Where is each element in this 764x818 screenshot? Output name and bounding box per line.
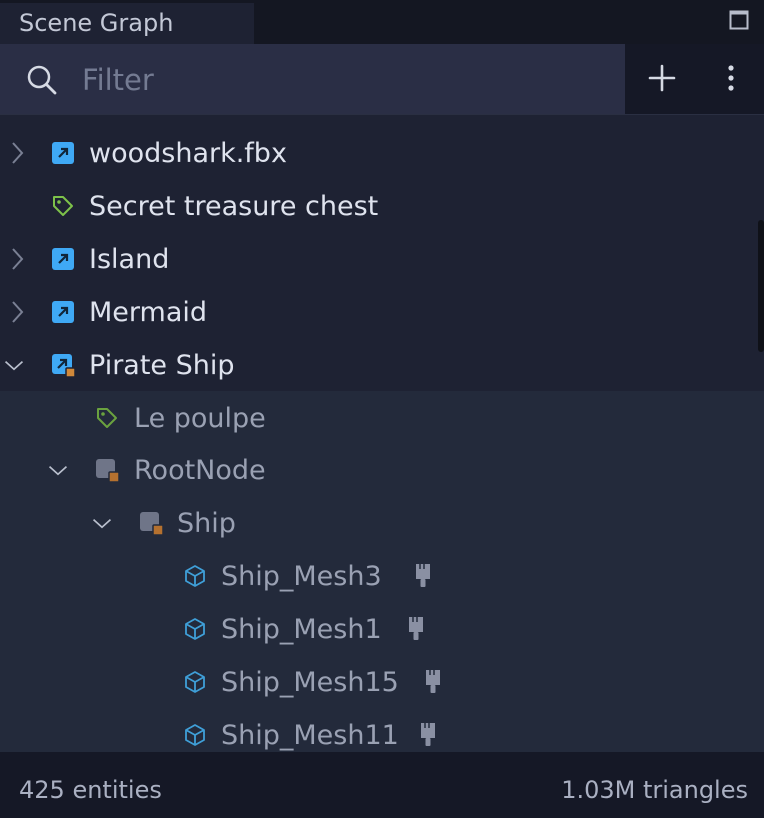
toolbar-divider — [0, 114, 764, 115]
node-icon — [140, 512, 163, 535]
tree-item-woodshark[interactable]: woodshark.fbx — [0, 127, 764, 180]
tree-item-pirate-ship[interactable]: Pirate Ship — [0, 339, 764, 392]
scene-graph-panel: Scene Graph Filter woodshark.fbx Secret … — [0, 0, 764, 818]
mesh-cube-icon — [185, 618, 205, 640]
tree-item-label: Mermaid — [89, 297, 208, 328]
tree-item-label: Le poulpe — [134, 403, 266, 434]
tree-item-rootnode[interactable]: RootNode — [0, 444, 764, 497]
paint-brush-icon — [409, 617, 423, 640]
tree-item-label: woodshark.fbx — [89, 138, 287, 169]
tag-icon — [97, 408, 117, 428]
search-box — [0, 44, 625, 114]
asset-link-icon — [52, 248, 74, 270]
mesh-cube-icon — [185, 671, 205, 693]
tree-item-label: Secret treasure chest — [89, 191, 379, 222]
paint-brush-icon — [426, 670, 440, 693]
tree-item-ship[interactable]: Ship — [0, 497, 764, 550]
entity-count: 425 entities — [19, 776, 162, 804]
mesh-cube-icon — [185, 565, 205, 587]
filter-input[interactable] — [80, 56, 604, 104]
tree-item-label: Ship — [177, 508, 236, 539]
chevron-right-icon[interactable] — [6, 246, 28, 272]
chevron-down-icon[interactable] — [91, 510, 113, 536]
chevron-right-icon[interactable] — [6, 140, 28, 166]
tree-scrollbar[interactable] — [758, 220, 764, 352]
status-bar: 425 entities 1.03M triangles — [0, 752, 764, 818]
tab-scene-graph[interactable]: Scene Graph — [0, 3, 254, 44]
chevron-down-icon[interactable] — [3, 352, 25, 378]
tree-item-label: Ship_Mesh1 — [221, 614, 382, 645]
asset-link-modified-icon — [52, 354, 75, 377]
tree-item-ship-mesh1[interactable]: Ship_Mesh1 — [0, 603, 764, 656]
tree-item-ship-mesh3[interactable]: Ship_Mesh3 — [0, 550, 764, 603]
asset-link-icon — [52, 142, 74, 164]
mesh-cube-icon — [185, 724, 205, 746]
tree-item-ship-mesh15[interactable]: Ship_Mesh15 — [0, 656, 764, 709]
triangle-count: 1.03M triangles — [561, 776, 748, 804]
asset-link-icon — [52, 301, 74, 323]
tree-item-label: Pirate Ship — [89, 350, 235, 381]
paint-brush-icon — [416, 564, 430, 587]
paint-brush-icon — [421, 723, 435, 746]
tree-item-ship-mesh11[interactable]: Ship_Mesh11 — [0, 709, 764, 752]
scene-tree: woodshark.fbx Secret treasure chest Isla… — [0, 127, 764, 752]
tree-item-label: RootNode — [134, 455, 266, 486]
more-options-icon[interactable] — [718, 61, 744, 95]
node-icon — [96, 459, 119, 482]
tree-item-label: Ship_Mesh3 — [221, 561, 382, 592]
chevron-down-icon[interactable] — [47, 457, 69, 483]
tree-item-label: Ship_Mesh11 — [221, 720, 399, 751]
tree-item-mermaid[interactable]: Mermaid — [0, 286, 764, 339]
tree-item-le-poulpe[interactable]: Le poulpe — [0, 392, 764, 445]
tree-item-label: Ship_Mesh15 — [221, 667, 399, 698]
panel-titlebar: Scene Graph — [0, 0, 764, 44]
add-entity-button[interactable] — [645, 61, 679, 95]
tag-icon — [53, 196, 73, 216]
filter-toolbar — [0, 44, 764, 114]
chevron-right-icon[interactable] — [6, 299, 28, 325]
tree-item-island[interactable]: Island — [0, 233, 764, 286]
maximize-icon[interactable] — [729, 10, 749, 30]
search-icon — [27, 65, 57, 95]
tree-item-label: Island — [89, 244, 170, 275]
tree-item-secret-treasure-chest[interactable]: Secret treasure chest — [0, 180, 764, 233]
